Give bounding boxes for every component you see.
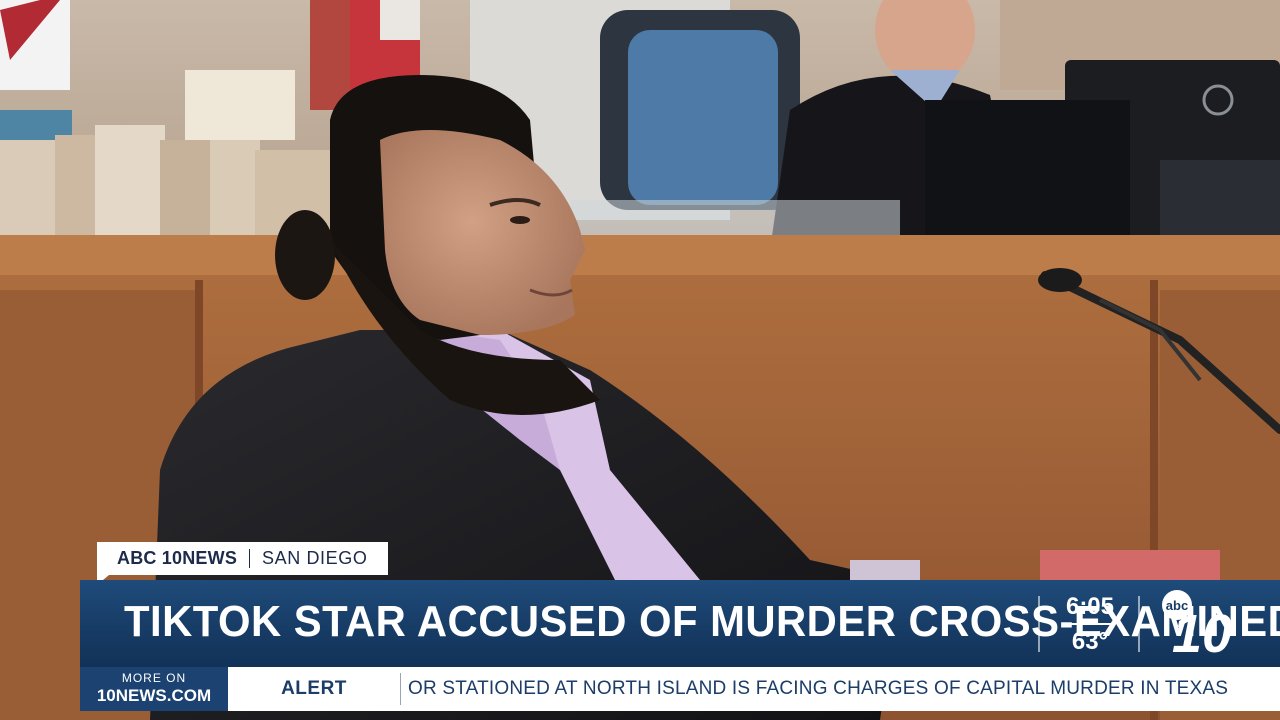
more-on-box: MORE ON 10NEWS.COM xyxy=(80,667,228,711)
clock-time: 6:05 xyxy=(1065,593,1115,620)
headline-bar: TIKTOK STAR ACCUSED OF MURDER CROSS-EXAM… xyxy=(80,580,1280,667)
clock-temp-divider xyxy=(1065,623,1115,625)
ticker-divider xyxy=(400,673,401,705)
ticker-category-label: ALERT xyxy=(281,678,347,699)
source-tag: ABC 10NEWS SAN DIEGO xyxy=(97,542,388,575)
station-brand: ABC 10NEWS xyxy=(117,548,238,568)
website-label: 10NEWS.COM xyxy=(96,686,212,705)
judge-chair xyxy=(600,10,800,210)
headline-divider xyxy=(1038,596,1040,652)
ticker-scroll-text: OR STATIONED AT NORTH ISLAND IS FACING C… xyxy=(408,678,1229,699)
tag-divider xyxy=(249,549,251,568)
temperature: 63° xyxy=(1071,628,1109,655)
news-ticker: MORE ON 10NEWS.COM ALERT OR STATIONED AT… xyxy=(80,667,1280,711)
logo-10-text: 10 xyxy=(1172,604,1232,660)
station-location: SAN DIEGO xyxy=(262,548,368,568)
abc10-logo-icon: abc 10 xyxy=(1162,590,1232,660)
logo-divider xyxy=(1138,596,1140,652)
more-on-label: MORE ON xyxy=(121,671,187,685)
